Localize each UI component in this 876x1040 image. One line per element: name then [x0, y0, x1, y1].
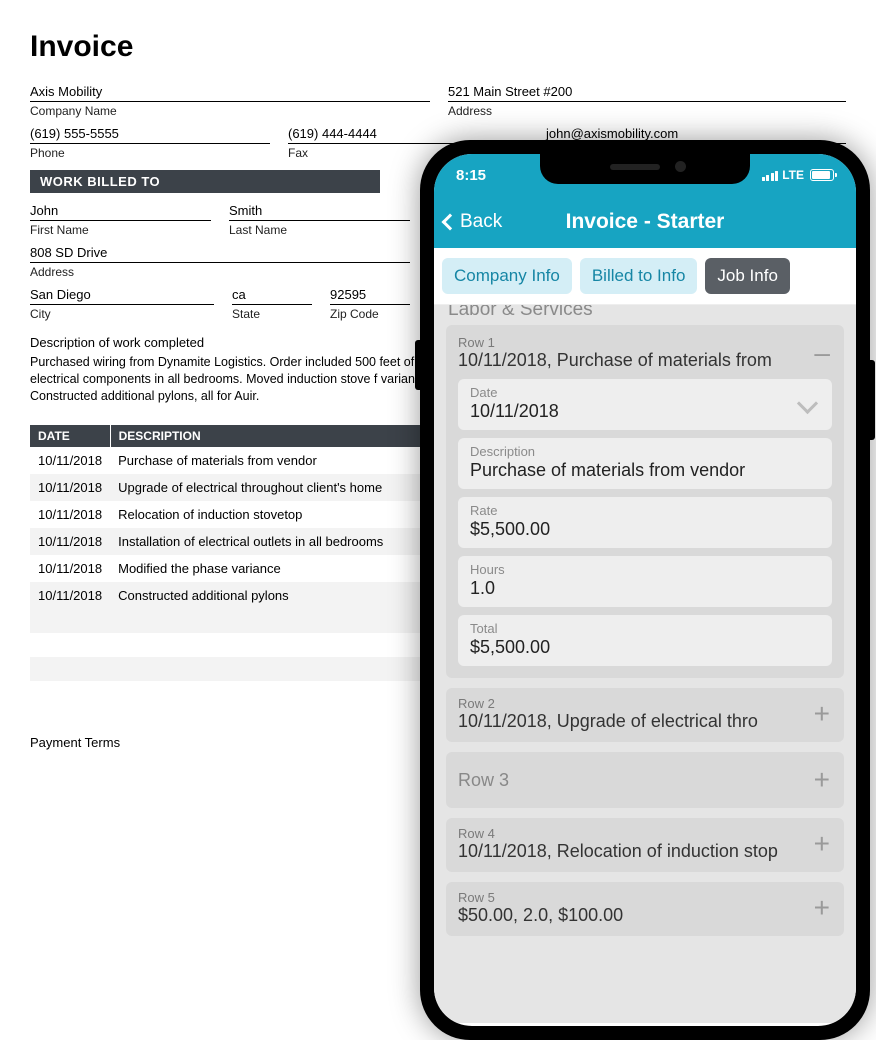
- status-time: 8:15: [456, 167, 486, 184]
- chevron-down-icon: [800, 400, 818, 410]
- tab-billed-to-info[interactable]: Billed to Info: [580, 258, 698, 294]
- table-row: 10/11/2018Installation of electrical out…: [30, 528, 450, 555]
- table-empty-row: [30, 681, 450, 705]
- signal-icon: [762, 170, 779, 181]
- section-title: Labor & Services: [446, 305, 844, 325]
- street-value: 808 SD Drive: [30, 243, 410, 263]
- phone-value: (619) 555-5555: [30, 124, 270, 144]
- cell-date: 10/11/2018: [30, 555, 110, 582]
- row-2-label: Row 2: [458, 696, 804, 711]
- company-name-label: Company Name: [30, 102, 430, 118]
- battery-icon: [810, 169, 834, 181]
- work-desc-text: Purchased wiring from Dynamite Logistics…: [30, 354, 450, 405]
- back-button[interactable]: Back: [444, 211, 502, 233]
- table-empty-row: [30, 609, 450, 633]
- first-name-label: First Name: [30, 221, 211, 237]
- col-description: DESCRIPTION: [110, 425, 449, 447]
- row-1-summary: 10/11/2018, Purchase of materials from: [458, 350, 804, 371]
- row-4-summary: 10/11/2018, Relocation of induction stop: [458, 841, 804, 862]
- row-1-description-field[interactable]: Description Purchase of materials from v…: [458, 438, 832, 489]
- row-1-date-field[interactable]: Date 10/11/2018: [458, 379, 832, 430]
- invoice-title: Invoice: [30, 30, 846, 64]
- state-label: State: [232, 305, 312, 321]
- carrier-label: LTE: [782, 168, 804, 182]
- phone-mockup: 8:15 LTE Back Invoice - Starter Company …: [420, 140, 870, 1040]
- state-value: ca: [232, 285, 312, 305]
- first-name-value: John: [30, 201, 211, 221]
- last-name-label: Last Name: [229, 221, 410, 237]
- expand-icon[interactable]: +: [812, 830, 832, 858]
- description-label: Description: [470, 444, 820, 459]
- cell-description: Relocation of induction stovetop: [110, 501, 449, 528]
- tab-job-info[interactable]: Job Info: [705, 258, 790, 294]
- street-label: Address: [30, 263, 410, 279]
- company-address-value: 521 Main Street #200: [448, 82, 846, 102]
- cell-date: 10/11/2018: [30, 501, 110, 528]
- table-empty-row: [30, 633, 450, 657]
- table-row: 10/11/2018Purchase of materials from ven…: [30, 447, 450, 474]
- total-label: Total: [470, 621, 820, 636]
- phone-screen: 8:15 LTE Back Invoice - Starter Company …: [434, 154, 856, 1026]
- col-date: DATE: [30, 425, 110, 447]
- city-value: San Diego: [30, 285, 214, 305]
- row-1-label: Row 1: [458, 335, 804, 350]
- row-4-label: Row 4: [458, 826, 804, 841]
- table-row: 10/11/2018Upgrade of electrical througho…: [30, 474, 450, 501]
- row-3-summary: Row 3: [458, 770, 509, 791]
- hours-label: Hours: [470, 562, 820, 577]
- nav-bar: Back Invoice - Starter: [434, 196, 856, 248]
- phone-label: Phone: [30, 144, 270, 160]
- table-row: 10/11/2018Constructed additional pylons: [30, 582, 450, 609]
- cell-date: 10/11/2018: [30, 447, 110, 474]
- rate-label: Rate: [470, 503, 820, 518]
- description-value: Purchase of materials from vendor: [470, 460, 820, 481]
- row-2-summary: 10/11/2018, Upgrade of electrical thro: [458, 711, 804, 732]
- rate-value: $5,500.00: [470, 519, 820, 540]
- table-row: 10/11/2018Relocation of induction stovet…: [30, 501, 450, 528]
- row-1-total-field[interactable]: Total $5,500.00: [458, 615, 832, 666]
- expand-icon[interactable]: +: [812, 766, 832, 794]
- row-2-card[interactable]: Row 2 10/11/2018, Upgrade of electrical …: [446, 688, 844, 742]
- cell-date: 10/11/2018: [30, 474, 110, 501]
- row-4-card[interactable]: Row 4 10/11/2018, Relocation of inductio…: [446, 818, 844, 872]
- city-label: City: [30, 305, 214, 321]
- hours-value: 1.0: [470, 578, 820, 599]
- zip-value: 92595: [330, 285, 410, 305]
- row-5-summary: $50.00, 2.0, $100.00: [458, 905, 804, 926]
- expand-icon[interactable]: +: [812, 894, 832, 922]
- company-address-label: Address: [448, 102, 846, 118]
- last-name-value: Smith: [229, 201, 410, 221]
- chevron-left-icon: [442, 214, 459, 231]
- back-label: Back: [460, 211, 502, 233]
- cell-description: Upgrade of electrical throughout client'…: [110, 474, 449, 501]
- company-name-value: Axis Mobility: [30, 82, 430, 102]
- expand-icon[interactable]: +: [812, 700, 832, 728]
- cell-date: 10/11/2018: [30, 582, 110, 609]
- date-value: 10/11/2018: [470, 401, 820, 422]
- cell-description: Installation of electrical outlets in al…: [110, 528, 449, 555]
- cell-description: Purchase of materials from vendor: [110, 447, 449, 474]
- row-1-header[interactable]: Row 1 10/11/2018, Purchase of materials …: [458, 335, 832, 371]
- row-5-label: Row 5: [458, 890, 804, 905]
- collapse-icon[interactable]: –: [812, 339, 832, 367]
- row-1-card: Row 1 10/11/2018, Purchase of materials …: [446, 325, 844, 678]
- total-value: $5,500.00: [470, 637, 820, 658]
- table-row: 10/11/2018Modified the phase variance: [30, 555, 450, 582]
- phone-notch: [540, 154, 750, 184]
- zip-label: Zip Code: [330, 305, 410, 321]
- form-area[interactable]: Labor & Services Row 1 10/11/2018, Purch…: [434, 305, 856, 1023]
- cell-date: 10/11/2018: [30, 528, 110, 555]
- tab-row: Company Info Billed to Info Job Info: [434, 248, 856, 305]
- cell-description: Constructed additional pylons: [110, 582, 449, 609]
- date-label: Date: [470, 385, 820, 400]
- row-3-card[interactable]: Row 3 +: [446, 752, 844, 808]
- row-1-hours-field[interactable]: Hours 1.0: [458, 556, 832, 607]
- row-1-rate-field[interactable]: Rate $5,500.00: [458, 497, 832, 548]
- billed-to-header: WORK BILLED TO: [30, 170, 380, 193]
- cell-description: Modified the phase variance: [110, 555, 449, 582]
- table-empty-row: [30, 657, 450, 681]
- row-5-card[interactable]: Row 5 $50.00, 2.0, $100.00 +: [446, 882, 844, 936]
- line-items-table: DATE DESCRIPTION 10/11/2018Purchase of m…: [30, 425, 450, 705]
- tab-company-info[interactable]: Company Info: [442, 258, 572, 294]
